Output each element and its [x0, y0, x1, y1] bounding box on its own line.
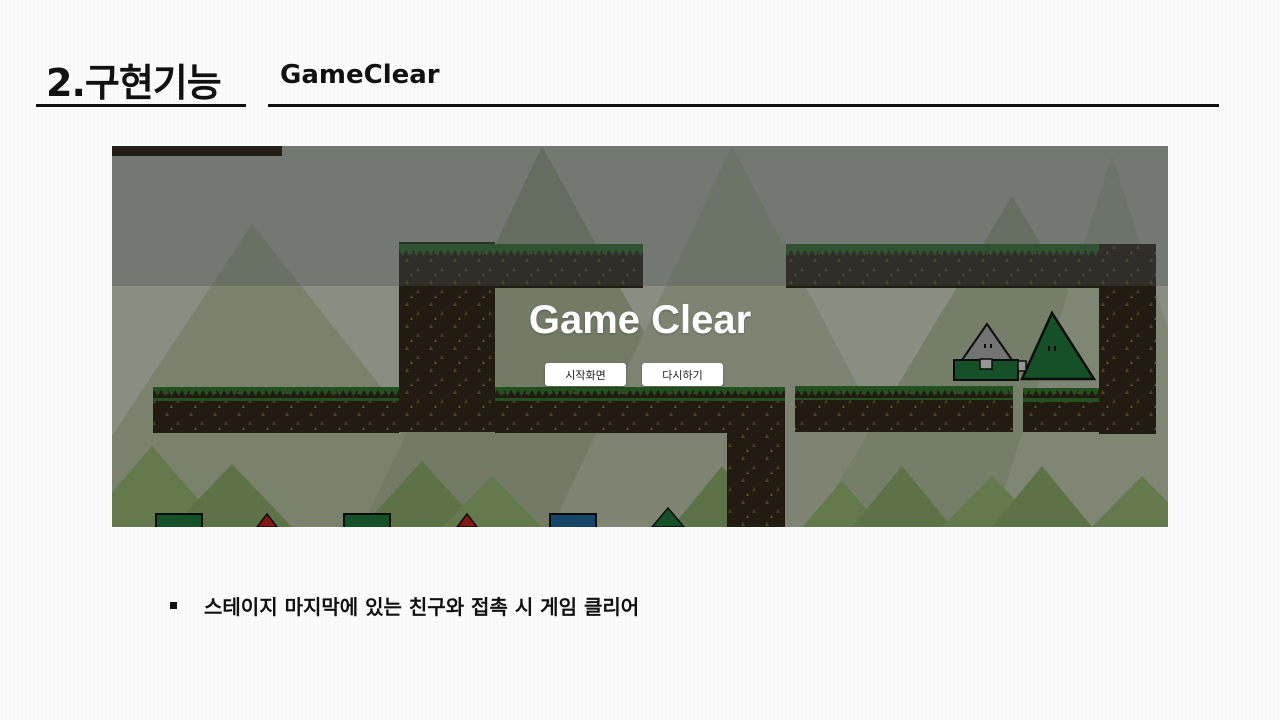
title-underline: [36, 104, 246, 107]
bullet-icon: [170, 602, 177, 609]
start-screen-button[interactable]: 시작화면: [545, 363, 626, 386]
overlay-top-tint: [112, 146, 1168, 286]
retry-button[interactable]: 다시하기: [642, 363, 723, 386]
description-text: 스테이지 마지막에 있는 친구와 접촉 시 게임 클리어: [204, 595, 640, 619]
game-clear-title: Game Clear: [528, 298, 752, 342]
hud-bar: [112, 146, 282, 156]
section-title: 2.구현기능: [46, 61, 222, 105]
subtitle-underline: [268, 104, 1219, 107]
game-screenshot: Game Clear 시작화면 다시하기: [112, 146, 1168, 527]
subtitle: GameClear: [280, 60, 440, 90]
